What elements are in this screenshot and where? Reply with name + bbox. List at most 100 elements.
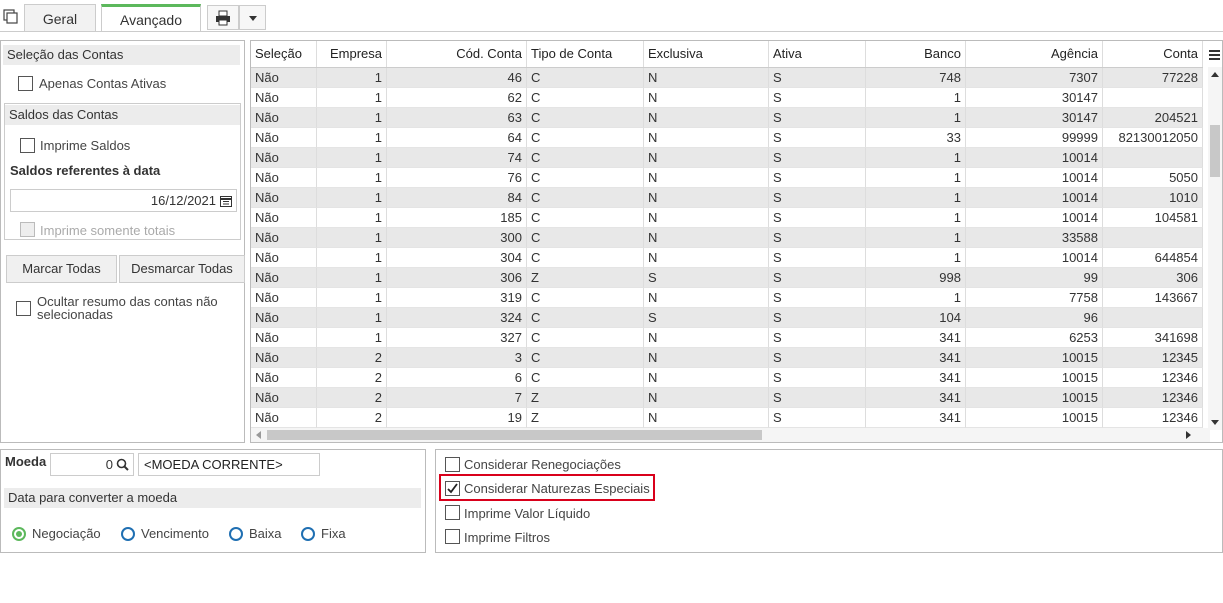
table-cell: 104 — [866, 308, 966, 328]
table-row[interactable]: Não 1 84 C N S 1 10014 1010 — [251, 188, 1203, 208]
scroll-right-icon[interactable] — [1182, 428, 1194, 442]
table-cell: C — [527, 368, 644, 388]
table-row[interactable]: Não 2 6 C N S 341 10015 12346 — [251, 368, 1203, 388]
imprime-totais-checkbox[interactable] — [20, 222, 35, 237]
table-cell: 1 — [317, 108, 387, 128]
moeda-label: Moeda — [5, 454, 47, 469]
column-header[interactable]: Empresa — [317, 41, 387, 67]
radio-fixa[interactable] — [301, 527, 315, 541]
table-cell: Não — [251, 288, 317, 308]
table-cell: 341 — [866, 408, 966, 428]
scroll-left-icon[interactable] — [253, 428, 265, 442]
table-cell: C — [527, 348, 644, 368]
apenas-ativas-checkbox[interactable] — [18, 76, 33, 91]
search-icon[interactable] — [116, 458, 129, 471]
column-menu-icon[interactable] — [1209, 48, 1220, 60]
table-cell: 62 — [387, 88, 527, 108]
imprime-saldos-checkbox[interactable] — [20, 138, 35, 153]
table-cell: 1 — [317, 268, 387, 288]
radio-baixa[interactable] — [229, 527, 243, 541]
table-row[interactable]: Não 1 300 C N S 1 33588 — [251, 228, 1203, 248]
print-dropdown-button[interactable] — [239, 5, 266, 30]
table-row[interactable]: Não 1 324 C S S 104 96 — [251, 308, 1203, 328]
table-cell: N — [644, 248, 769, 268]
table-row[interactable]: Não 1 74 C N S 1 10014 — [251, 148, 1203, 168]
scroll-up-icon[interactable] — [1208, 69, 1222, 81]
left-panel: Seleção das Contas Apenas Contas Ativas … — [0, 40, 245, 443]
checkmark-icon — [447, 483, 458, 494]
table-row[interactable]: Não 1 46 C N S 748 7307 77228 — [251, 68, 1203, 88]
filtros-checkbox[interactable] — [445, 529, 460, 544]
moeda-code-field[interactable]: 0 — [50, 453, 134, 476]
radio-negociacao-label: Negociação — [32, 526, 101, 541]
tab-avancado[interactable]: Avançado — [101, 4, 201, 32]
table-cell: 341 — [866, 368, 966, 388]
column-header[interactable]: Conta — [1103, 41, 1203, 67]
table-row[interactable]: Não 1 304 C N S 1 10014 644854 — [251, 248, 1203, 268]
saldos-date-field[interactable]: 16/12/2021 — [10, 189, 237, 212]
table-row[interactable]: Não 1 62 C N S 1 30147 — [251, 88, 1203, 108]
table-cell: 6253 — [966, 328, 1103, 348]
ocultar-resumo-checkbox[interactable] — [16, 301, 31, 316]
table-row[interactable]: Não 1 306 Z S S 998 99 306 — [251, 268, 1203, 288]
column-header[interactable]: Seleção — [251, 41, 317, 67]
vertical-scroll-thumb[interactable] — [1210, 125, 1220, 177]
table-row[interactable]: Não 1 185 C N S 1 10014 104581 — [251, 208, 1203, 228]
column-header[interactable]: Agência — [966, 41, 1103, 67]
table-cell: 10014 — [966, 248, 1103, 268]
table-cell: 46 — [387, 68, 527, 88]
moeda-panel: Moeda 0 <MOEDA CORRENTE> Data para conve… — [0, 449, 426, 553]
table-cell: 143667 — [1103, 288, 1203, 308]
calendar-icon[interactable] — [220, 195, 232, 207]
desmarcar-todas-button[interactable]: Desmarcar Todas — [119, 255, 245, 283]
saldos-data-label: Saldos referentes à data — [10, 163, 161, 178]
table-cell: S — [769, 68, 866, 88]
renegociacoes-checkbox[interactable] — [445, 457, 460, 472]
column-header[interactable]: Ativa — [769, 41, 866, 67]
table-row[interactable]: Não 2 7 Z N S 341 10015 12346 — [251, 388, 1203, 408]
table-cell: 64 — [387, 128, 527, 148]
table-cell: Não — [251, 268, 317, 288]
table-cell: 7758 — [966, 288, 1103, 308]
table-cell: 1 — [317, 188, 387, 208]
horizontal-scrollbar[interactable] — [251, 428, 1210, 442]
table-row[interactable]: Não 1 64 C N S 33 99999 82130012050 — [251, 128, 1203, 148]
vertical-scrollbar[interactable] — [1208, 67, 1222, 430]
radio-vencimento[interactable] — [121, 527, 135, 541]
marcar-todas-button[interactable]: Marcar Todas — [6, 255, 117, 283]
table-cell: 33 — [866, 128, 966, 148]
column-header[interactable]: Tipo de Conta — [527, 41, 644, 67]
table-row[interactable]: Não 1 76 C N S 1 10014 5050 — [251, 168, 1203, 188]
print-button[interactable] — [207, 5, 239, 30]
table-cell: 1 — [317, 208, 387, 228]
horizontal-scroll-thumb[interactable] — [267, 430, 762, 440]
ocultar-resumo-label: Ocultar resumo das contas não selecionad… — [37, 294, 218, 322]
contas-grid[interactable]: Seleção Empresa Cód. Conta Tipo de Conta Exc… — [250, 40, 1223, 443]
table-cell: 644854 — [1103, 248, 1203, 268]
table-cell: 1 — [866, 228, 966, 248]
table-cell — [1103, 308, 1203, 328]
radio-negociacao[interactable] — [12, 527, 26, 541]
table-cell: C — [527, 88, 644, 108]
table-cell: S — [769, 388, 866, 408]
table-cell: 341 — [866, 388, 966, 408]
naturezas-checkbox[interactable] — [445, 481, 460, 496]
valor-liquido-checkbox[interactable] — [445, 505, 460, 520]
table-row[interactable]: Não 2 3 C N S 341 10015 12345 — [251, 348, 1203, 368]
table-row[interactable]: Não 1 327 C N S 341 6253 341698 — [251, 328, 1203, 348]
column-header[interactable]: Banco — [866, 41, 966, 67]
table-cell: S — [769, 308, 866, 328]
copy-icon[interactable] — [3, 9, 19, 25]
column-header[interactable]: Cód. Conta — [387, 41, 527, 67]
column-header[interactable]: Exclusiva — [644, 41, 769, 67]
saldos-header: Saldos das Contas — [5, 105, 240, 125]
tab-geral[interactable]: Geral — [24, 4, 96, 32]
table-cell: Z — [527, 268, 644, 288]
table-cell: S — [769, 128, 866, 148]
table-cell: N — [644, 368, 769, 388]
table-row[interactable]: Não 2 19 Z N S 341 10015 12346 — [251, 408, 1203, 428]
table-row[interactable]: Não 1 63 C N S 1 30147 204521 — [251, 108, 1203, 128]
table-row[interactable]: Não 1 319 C N S 1 7758 143667 — [251, 288, 1203, 308]
scroll-down-icon[interactable] — [1208, 416, 1222, 428]
table-cell: 1 — [317, 308, 387, 328]
